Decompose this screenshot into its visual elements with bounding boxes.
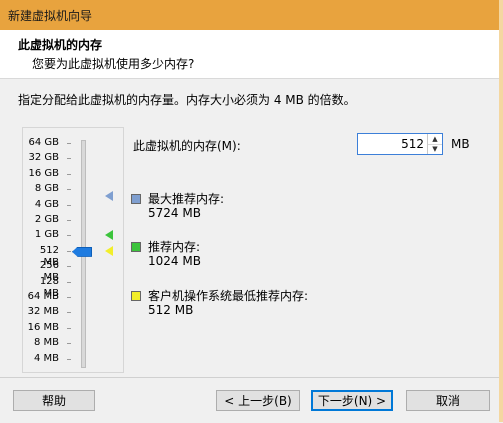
memory-spinbox[interactable]: 512 ▲ ▼ — [357, 133, 443, 155]
max-recommended-marker — [105, 190, 113, 201]
back-button[interactable]: < 上一步(B) — [216, 390, 300, 411]
page-subtitle: 您要为此虚拟机使用多少内存? — [32, 57, 195, 71]
window-edge — [499, 0, 503, 422]
slider-tick-label: 4 GB — [34, 198, 59, 210]
slider-tick-mark — [67, 235, 71, 237]
slider-tick-label: 4 MB — [33, 352, 59, 364]
max-recommended-title: 最大推荐内存: — [148, 192, 225, 206]
slider-tick-mark — [67, 158, 71, 160]
slider-tick-label: 16 MB — [27, 321, 59, 333]
memory-slider-panel[interactable]: 64 GB 32 GB 16 GB 8 GB 4 GB 2 GB 1 GB 512 MB 256… — [22, 127, 124, 373]
slider-tick-mark — [67, 327, 71, 329]
guest-min-swatch — [131, 291, 141, 301]
recommended-value: 1024 MB — [148, 254, 201, 268]
max-recommended-swatch — [131, 194, 141, 204]
slider-tick-mark — [67, 297, 71, 298]
guest-min-value: 512 MB — [148, 303, 194, 317]
slider-tick-label: 32 GB — [28, 152, 59, 164]
slider-tick-mark — [67, 358, 71, 360]
guest-min-marker — [105, 245, 113, 256]
slider-tick-mark — [67, 189, 71, 191]
slider-tick-label: 1 GB — [34, 229, 59, 241]
memory-input[interactable]: 512 — [401, 137, 424, 151]
slider-tick-mark — [67, 173, 71, 175]
slider-thumb[interactable] — [72, 246, 92, 257]
help-button[interactable]: 帮助 — [13, 390, 95, 411]
spin-down-icon[interactable]: ▼ — [428, 144, 442, 154]
cancel-button[interactable]: 取消 — [406, 390, 490, 411]
next-button[interactable]: 下一步(N) > — [311, 390, 393, 411]
window-title: 新建虚拟机向导 — [8, 9, 93, 23]
recommended-swatch — [131, 242, 141, 252]
slider-tick-label: 16 GB — [28, 167, 59, 179]
slider-tick-mark — [67, 250, 71, 252]
slider-tick-label: 64 MB — [27, 291, 59, 302]
slider-tick-label: 8 GB — [34, 183, 59, 195]
slider-tick-mark — [67, 220, 71, 221]
instruction-text: 指定分配给此虚拟机的内存量。内存大小必须为 4 MB 的倍数。 — [18, 93, 356, 107]
memory-label: 此虚拟机的内存(M): — [133, 139, 241, 153]
slider-tick-mark — [67, 143, 71, 144]
recommended-title: 推荐内存: — [148, 240, 201, 254]
slider-tick-mark — [67, 204, 71, 206]
slider-tick-mark — [67, 266, 71, 268]
wizard-header: 此虚拟机的内存 您要为此虚拟机使用多少内存? — [0, 30, 503, 79]
wizard-body: 指定分配给此虚拟机的内存量。内存大小必须为 4 MB 的倍数。 64 GB 32 … — [0, 79, 503, 377]
slider-tick-mark — [67, 343, 71, 345]
slider-tick-label: 8 MB — [33, 337, 59, 349]
max-recommended-value: 5724 MB — [148, 206, 201, 220]
slider-tick-mark — [67, 312, 71, 314]
memory-unit: MB — [451, 137, 470, 151]
slider-tick-label: 32 MB — [27, 306, 59, 318]
guest-min-title: 客户机操作系统最低推荐内存: — [148, 289, 309, 303]
page-title: 此虚拟机的内存 — [18, 38, 103, 52]
slider-tick-label: 2 GB — [34, 214, 59, 225]
window-titlebar: 新建虚拟机向导 — [0, 0, 503, 30]
recommended-marker — [105, 230, 113, 241]
slider-tick-label: 64 GB — [28, 137, 59, 148]
wizard-footer: 帮助 < 上一步(B) 下一步(N) > 取消 — [0, 377, 503, 423]
slider-tick-mark — [67, 281, 71, 283]
